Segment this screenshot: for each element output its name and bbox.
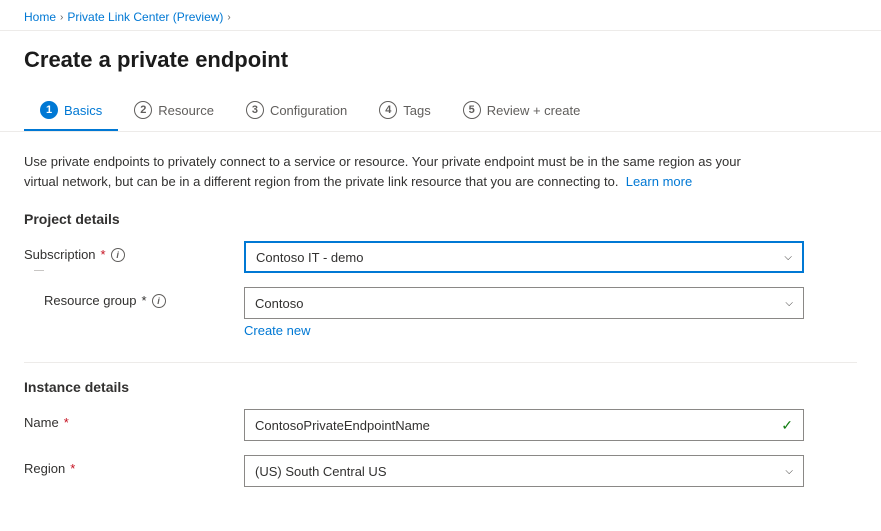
project-details-title: Project details xyxy=(24,211,857,227)
tab-resource[interactable]: 2 Resource xyxy=(118,93,230,131)
name-required: * xyxy=(64,415,69,430)
tab-basics-number: 1 xyxy=(40,101,58,119)
project-details-section: Project details Subscription * i Contoso… xyxy=(24,211,857,338)
tab-review-create[interactable]: 5 Review + create xyxy=(447,93,597,131)
subscription-label: Subscription xyxy=(24,247,96,262)
tab-configuration[interactable]: 3 Configuration xyxy=(230,93,363,131)
tab-basics[interactable]: 1 Basics xyxy=(24,93,118,131)
tab-basics-label: Basics xyxy=(64,103,102,118)
breadcrumb-parent[interactable]: Private Link Center (Preview) xyxy=(67,10,223,24)
resource-group-control: Contoso ⌵ Create new xyxy=(244,287,804,338)
subscription-info-icon[interactable]: i xyxy=(111,248,125,262)
create-new-link[interactable]: Create new xyxy=(244,323,310,338)
region-chevron-icon: ⌵ xyxy=(785,466,793,477)
name-value: ContosoPrivateEndpointName xyxy=(255,418,430,433)
resource-group-info-icon[interactable]: i xyxy=(152,294,166,308)
tab-configuration-label: Configuration xyxy=(270,103,347,118)
description-text: Use private endpoints to privately conne… xyxy=(24,152,764,191)
resource-group-value: Contoso xyxy=(255,296,303,311)
name-checkmark-icon: ✓ xyxy=(781,417,793,434)
region-required: * xyxy=(70,461,75,476)
tab-configuration-number: 3 xyxy=(246,101,264,119)
region-row: Region * (US) South Central US ⌵ xyxy=(24,455,857,487)
breadcrumb-home[interactable]: Home xyxy=(24,10,56,24)
name-label-area: Name * xyxy=(24,409,244,430)
subscription-select[interactable]: Contoso IT - demo ⌵ xyxy=(244,241,804,273)
section-divider xyxy=(24,362,857,363)
tab-resource-label: Resource xyxy=(158,103,214,118)
breadcrumb-separator-2: › xyxy=(227,12,230,23)
resource-group-required: * xyxy=(142,293,147,308)
tab-review-label: Review + create xyxy=(487,103,581,118)
instance-details-title: Instance details xyxy=(24,379,857,395)
region-label-area: Region * xyxy=(24,455,244,476)
region-control: (US) South Central US ⌵ xyxy=(244,455,804,487)
resource-group-label-area: Resource group * i xyxy=(44,287,244,308)
tab-tags-label: Tags xyxy=(403,103,430,118)
resource-group-row: Resource group * i Contoso ⌵ Create new xyxy=(24,287,857,338)
region-select[interactable]: (US) South Central US ⌵ xyxy=(244,455,804,487)
region-value: (US) South Central US xyxy=(255,464,387,479)
tab-resource-number: 2 xyxy=(134,101,152,119)
name-row: Name * ContosoPrivateEndpointName ✓ xyxy=(24,409,857,441)
tabs-container: 1 Basics 2 Resource 3 Configuration 4 Ta… xyxy=(0,81,881,132)
subscription-control: Contoso IT - demo ⌵ xyxy=(244,241,804,273)
subscription-required: * xyxy=(101,247,106,262)
name-control: ContosoPrivateEndpointName ✓ xyxy=(244,409,804,441)
tab-tags[interactable]: 4 Tags xyxy=(363,93,446,131)
learn-more-link[interactable]: Learn more xyxy=(626,174,692,189)
region-label: Region xyxy=(24,461,65,476)
breadcrumb: Home › Private Link Center (Preview) › xyxy=(0,0,881,31)
resource-group-select[interactable]: Contoso ⌵ xyxy=(244,287,804,319)
resource-group-label: Resource group xyxy=(44,293,137,308)
instance-details-section: Instance details Name * ContosoPrivateEn… xyxy=(24,379,857,487)
tab-review-number: 5 xyxy=(463,101,481,119)
subscription-row: Subscription * i Contoso IT - demo ⌵ xyxy=(24,241,857,273)
page-title: Create a private endpoint xyxy=(24,47,857,73)
name-label: Name xyxy=(24,415,59,430)
tab-tags-number: 4 xyxy=(379,101,397,119)
breadcrumb-separator-1: › xyxy=(60,12,63,23)
page-header: Create a private endpoint xyxy=(0,31,881,81)
subscription-chevron-icon: ⌵ xyxy=(784,252,792,263)
resource-group-chevron-icon: ⌵ xyxy=(785,298,793,309)
main-content: Use private endpoints to privately conne… xyxy=(0,132,881,531)
subscription-value: Contoso IT - demo xyxy=(256,250,363,265)
name-input[interactable]: ContosoPrivateEndpointName ✓ xyxy=(244,409,804,441)
subscription-label-area: Subscription * i xyxy=(24,241,244,262)
